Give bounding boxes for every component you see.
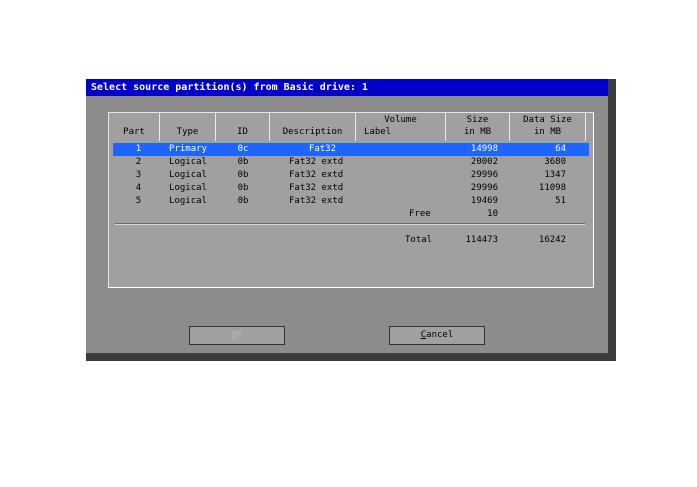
table-row-partition-4[interactable]: 4 Logical 0b Fat32 extd 29996 11098 — [113, 182, 589, 195]
free-label: Free — [409, 209, 431, 219]
free-size: 10 — [487, 209, 498, 219]
header-volume-line1: Volume — [384, 115, 417, 125]
cancel-label-rest: ancel — [426, 330, 454, 340]
cell-size: 20002 — [470, 157, 498, 167]
dialog-title: Select source partition(s) from Basic dr… — [86, 79, 608, 96]
table-row-partition-5[interactable]: 5 Logical 0b Fat32 extd 19469 51 — [113, 195, 589, 208]
cell-part: 3 — [135, 170, 142, 180]
select-partition-dialog: Select source partition(s) from Basic dr… — [86, 79, 616, 361]
cancel-button[interactable]: Cancel — [389, 326, 485, 345]
table-row-partition-2[interactable]: 2 Logical 0b Fat32 extd 20002 3680 — [113, 156, 589, 169]
header-type-label: Type — [176, 127, 199, 137]
cell-type: Logical — [169, 196, 207, 206]
cell-part: 1 — [135, 144, 142, 154]
cell-type: Logical — [169, 170, 207, 180]
cell-description: Fat32 extd — [289, 196, 344, 206]
cell-id: 0b — [237, 157, 249, 167]
header-size-line2: in MB — [463, 127, 492, 137]
cell-size: 29996 — [470, 170, 498, 180]
ok-label-rest: K — [237, 330, 243, 340]
total-data-size: 16242 — [538, 235, 566, 245]
header-part: Part — [109, 113, 160, 141]
header-description-label: Description — [282, 127, 343, 137]
header-id: ID — [216, 113, 270, 141]
cell-size: 19469 — [470, 196, 498, 206]
total-row: Total 114473 16242 — [113, 234, 589, 247]
header-volume-line2: Label — [364, 127, 392, 137]
cell-description: Fat32 extd — [289, 157, 344, 167]
header-id-label: ID — [237, 127, 248, 137]
header-part-label: Part — [123, 127, 145, 137]
cell-id: 0b — [237, 196, 249, 206]
cell-description: Fat32 — [308, 144, 336, 154]
header-data-size: Data Size in MB — [510, 113, 586, 141]
cell-part: 2 — [135, 157, 142, 167]
table-row-partition-3[interactable]: 3 Logical 0b Fat32 extd 29996 1347 — [113, 169, 589, 182]
header-volume-label: Volume Label — [356, 113, 446, 141]
cell-id: 0b — [237, 183, 249, 193]
cell-part: 4 — [135, 183, 142, 193]
cell-type: Logical — [169, 183, 207, 193]
partition-table: Part Type ID Description Volume Label Si… — [108, 112, 594, 288]
cell-data-size: 11098 — [538, 183, 566, 193]
table-row-partition-1[interactable]: 1 Primary 0c Fat32 14998 64 — [113, 143, 589, 156]
cell-data-size: 1347 — [544, 170, 566, 180]
cell-id: 0c — [237, 144, 249, 154]
table-divider — [115, 223, 585, 225]
total-label: Total — [405, 235, 433, 245]
free-space-row: Free 10 — [113, 208, 589, 221]
cell-id: 0b — [237, 170, 249, 180]
cell-data-size: 64 — [555, 144, 566, 154]
cell-description: Fat32 extd — [289, 183, 344, 193]
cell-size: 29996 — [470, 183, 498, 193]
cell-data-size: 51 — [555, 196, 566, 206]
cell-type: Primary — [169, 144, 207, 154]
cell-size: 14998 — [470, 144, 498, 154]
header-description: Description — [270, 113, 356, 141]
cell-description: Fat32 extd — [289, 170, 344, 180]
header-data-size-line2: in MB — [533, 127, 562, 137]
header-size-line1: Size — [466, 115, 489, 125]
total-size: 114473 — [465, 235, 498, 245]
ok-button[interactable]: OK — [189, 326, 285, 345]
header-data-size-line1: Data Size — [523, 115, 572, 125]
cell-part: 5 — [135, 196, 142, 206]
cell-type: Logical — [169, 157, 207, 167]
header-type: Type — [160, 113, 216, 141]
header-size: Size in MB — [446, 113, 510, 141]
cell-data-size: 3680 — [544, 157, 566, 167]
